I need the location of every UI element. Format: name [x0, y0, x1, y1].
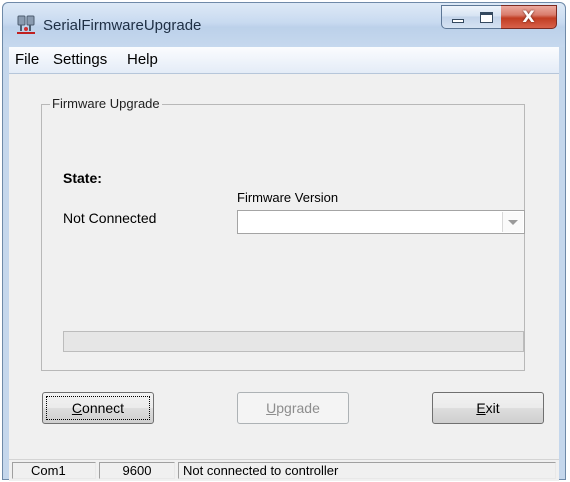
minimize-button[interactable]: [441, 5, 473, 29]
status-message: Not connected to controller: [178, 462, 556, 479]
exit-mnemonic: E: [476, 400, 486, 416]
connect-button[interactable]: Connect: [42, 392, 154, 424]
client-area: Firmware Upgrade State: Not Connected Fi…: [9, 74, 559, 459]
status-port: Com1: [12, 462, 96, 479]
close-icon: X: [522, 7, 535, 26]
maximize-button[interactable]: [472, 5, 502, 29]
title-bar[interactable]: SerialFirmwareUpgrade X: [3, 3, 565, 47]
upgrade-progress-bar: [63, 331, 524, 352]
exit-button[interactable]: Exit: [432, 392, 544, 424]
firmware-version-select[interactable]: [237, 210, 525, 234]
dropdown-button[interactable]: [502, 212, 523, 232]
state-value: Not Connected: [63, 210, 157, 226]
menu-bar: File Settings Help: [9, 47, 559, 74]
firmware-version-label: Firmware Version: [237, 190, 339, 205]
upgrade-button[interactable]: Upgrade: [237, 392, 349, 424]
maximize-icon: [480, 12, 493, 23]
menu-settings[interactable]: Settings: [53, 51, 107, 68]
upgrade-label: pgrade: [276, 400, 320, 416]
upgrade-mnemonic: U: [266, 400, 277, 416]
app-window: SerialFirmwareUpgrade X File Settings He…: [2, 2, 566, 481]
exit-label: xit: [485, 400, 500, 416]
focus-indicator: [46, 396, 150, 420]
menu-file[interactable]: File: [15, 51, 39, 68]
close-button[interactable]: X: [501, 5, 557, 29]
plug-icon: [17, 15, 35, 34]
minimize-icon: [452, 19, 464, 23]
state-heading: State:: [63, 170, 102, 186]
status-baud-rate: 9600: [99, 462, 175, 479]
chevron-down-icon: [508, 220, 518, 225]
window-title: SerialFirmwareUpgrade: [43, 17, 202, 34]
menu-help[interactable]: Help: [127, 51, 158, 68]
group-title: Firmware Upgrade: [50, 96, 162, 111]
status-bar: Com1 9600 Not connected to controller: [9, 459, 559, 481]
